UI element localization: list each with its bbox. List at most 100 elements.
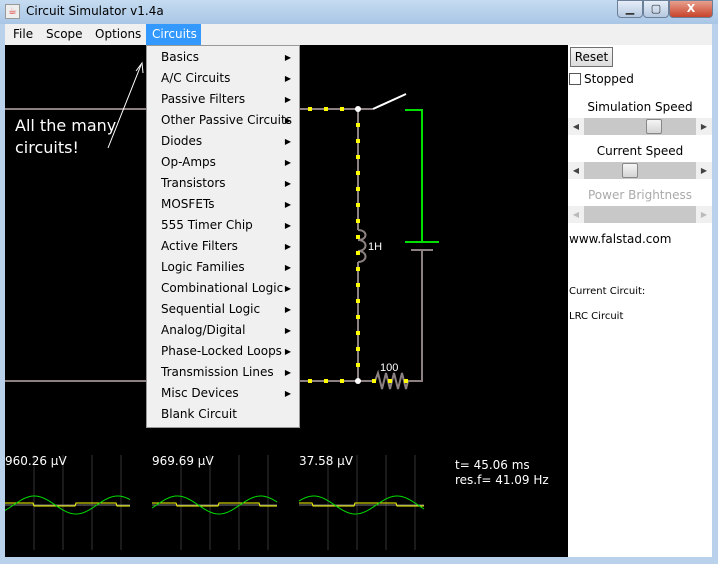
current-dot	[356, 171, 360, 175]
circuits-menu-item[interactable]: Diodes ▶	[147, 131, 299, 152]
circuits-menu-item[interactable]: Op-Amps ▶	[147, 152, 299, 173]
current-dot	[356, 347, 360, 351]
submenu-arrow-icon: ▶	[284, 347, 291, 356]
annotation-line1: All the many	[15, 116, 117, 135]
simulation-speed-label: Simulation Speed	[587, 100, 693, 114]
menu-item-label: 555 Timer Chip	[161, 218, 253, 232]
circuits-menu-item[interactable]: Basics ▶	[147, 47, 299, 68]
node	[355, 378, 361, 384]
menu-item-label: Transistors	[161, 176, 226, 190]
stopped-label: Stopped	[584, 72, 634, 86]
battery-positive-wire	[405, 109, 439, 243]
current-dot	[356, 299, 360, 303]
submenu-arrow-icon: ▶	[284, 74, 291, 83]
current-dot	[388, 379, 392, 383]
menu-item-label: A/C Circuits	[161, 71, 231, 85]
menu-scope[interactable]: Scope	[40, 24, 89, 45]
circuits-menu-item[interactable]: Logic Families ▶	[147, 257, 299, 278]
submenu-arrow-icon: ▶	[284, 326, 291, 335]
menu-circuits[interactable]: Circuits	[146, 24, 201, 45]
current-dot	[356, 283, 360, 287]
submenu-arrow-icon: ▶	[284, 53, 291, 62]
scope-2-value: 969.69 µV	[152, 454, 214, 468]
submenu-arrow-icon: ▶	[284, 263, 291, 272]
menu-item-label: Phase-Locked Loops	[161, 344, 282, 358]
current-dot	[356, 155, 360, 159]
submenu-arrow-icon: ▶	[284, 137, 291, 146]
menu-item-label: Blank Circuit	[161, 407, 237, 421]
submenu-arrow-icon: ▶	[284, 179, 291, 188]
menu-file[interactable]: File	[7, 24, 39, 45]
current-dot	[356, 187, 360, 191]
submenu-arrow-icon: ▶	[284, 368, 291, 377]
circuits-menu-item[interactable]: A/C Circuits ▶	[147, 68, 299, 89]
scope-1-value: 960.26 µV	[5, 454, 67, 468]
circuits-menu-item[interactable]: 555 Timer Chip ▶	[147, 215, 299, 236]
current-circuit-name: LRC Circuit	[569, 311, 624, 322]
inductor-coil	[357, 229, 367, 263]
current-dot	[356, 123, 360, 127]
current-dot	[356, 267, 360, 271]
current-dot	[356, 235, 360, 239]
minimize-button[interactable]: ▁	[617, 0, 643, 18]
circuits-menu-item[interactable]: Active Filters ▶	[147, 236, 299, 257]
reset-button[interactable]: Reset	[570, 47, 613, 67]
circuits-menu-item[interactable]: Blank Circuit	[147, 404, 299, 425]
submenu-arrow-icon: ▶	[284, 305, 291, 314]
menu-options[interactable]: Options	[89, 24, 147, 45]
current-dot	[340, 379, 344, 383]
power-brightness-slider: ◀ ▶	[568, 206, 712, 223]
circuits-menu-item[interactable]: Transistors ▶	[147, 173, 299, 194]
menu-item-label: Transmission Lines	[161, 365, 274, 379]
menu-item-label: Logic Families	[161, 260, 245, 274]
current-speed-slider[interactable]: ◀ ▶	[568, 162, 712, 179]
current-dot	[356, 203, 360, 207]
scope-3-value: 37.58 µV	[299, 454, 354, 468]
circuits-menu-item[interactable]: Analog/Digital ▶	[147, 320, 299, 341]
menu-item-label: MOSFETs	[161, 197, 215, 211]
control-panel: Reset Stopped Simulation Speed ◀ ▶ Curren…	[568, 45, 712, 557]
menu-item-label: Diodes	[161, 134, 203, 148]
annotation-arrow	[107, 64, 142, 149]
annotation-line2: circuits!	[15, 138, 79, 157]
current-dot	[324, 107, 328, 111]
current-dot	[324, 379, 328, 383]
java-app-icon: ☕	[5, 4, 20, 19]
maximize-button[interactable]: ▢	[643, 0, 669, 18]
circuits-menu-item[interactable]: MOSFETs ▶	[147, 194, 299, 215]
submenu-arrow-icon: ▶	[284, 242, 291, 251]
submenu-arrow-icon: ▶	[284, 116, 291, 125]
submenu-arrow-icon: ▶	[284, 158, 291, 167]
menu-item-label: Op-Amps	[161, 155, 216, 169]
submenu-arrow-icon: ▶	[284, 95, 291, 104]
simulation-speed-slider[interactable]: ◀ ▶	[568, 118, 712, 135]
circuits-menu-item[interactable]: Transmission Lines ▶	[147, 362, 299, 383]
close-button[interactable]: X	[669, 0, 713, 18]
circuits-menu-item[interactable]: Passive Filters ▶	[147, 89, 299, 110]
inductor-label: 1H	[368, 241, 382, 253]
circuits-dropdown: Basics ▶ A/C Circuits ▶ Passive Filters ▶ Othe…	[146, 45, 300, 428]
current-dot	[308, 379, 312, 383]
switch	[372, 93, 407, 110]
submenu-arrow-icon: ▶	[284, 221, 291, 230]
scopes	[4, 455, 425, 550]
current-dot	[356, 363, 360, 367]
circuits-menu-item[interactable]: Other Passive Circuits ▶	[147, 110, 299, 131]
circuits-menu-item[interactable]: Phase-Locked Loops ▶	[147, 341, 299, 362]
circuits-menu-item[interactable]: Sequential Logic ▶	[147, 299, 299, 320]
circuits-menu-item[interactable]: Misc Devices ▶	[147, 383, 299, 404]
menu-item-label: Active Filters	[161, 239, 238, 253]
current-dot	[356, 251, 360, 255]
submenu-arrow-icon: ▶	[284, 389, 291, 398]
stopped-checkbox[interactable]	[569, 73, 581, 85]
website-link[interactable]: www.falstad.com	[569, 232, 671, 246]
circuits-menu-item[interactable]: Combinational Logic ▶	[147, 278, 299, 299]
window-title: Circuit Simulator v1.4a	[26, 4, 164, 18]
node	[355, 106, 361, 112]
current-dot	[340, 107, 344, 111]
current-dot	[356, 219, 360, 223]
menu-item-label: Sequential Logic	[161, 302, 261, 316]
power-brightness-label: Power Brightness	[587, 188, 692, 202]
menu-item-label: Basics	[161, 50, 200, 64]
resistor-label: 100	[380, 362, 398, 374]
